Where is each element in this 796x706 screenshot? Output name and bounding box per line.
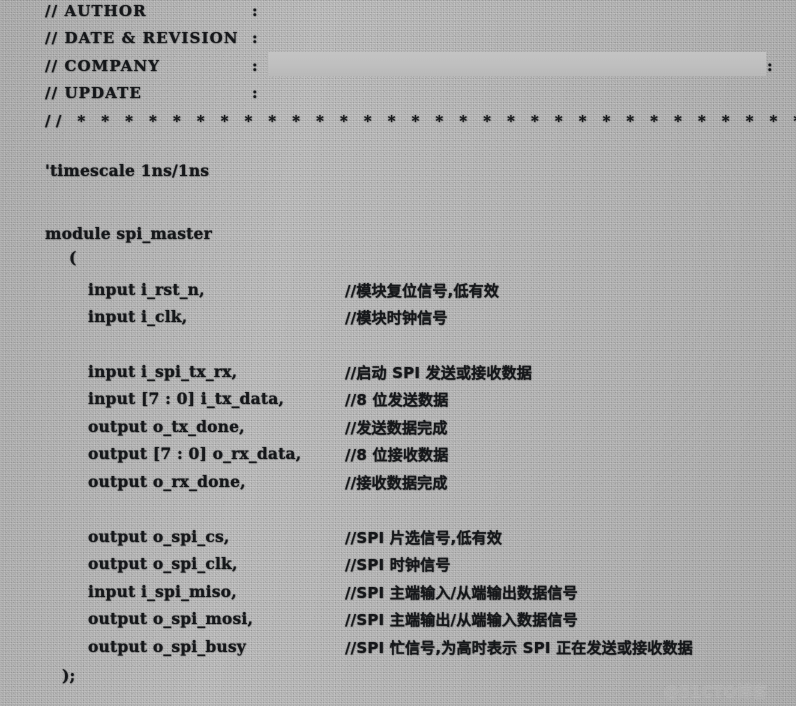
header-field-author-separator: : (252, 2, 258, 20)
port-decl-o-spi-busy: output o_spi_busy (88, 637, 246, 656)
port-comment-i-spi-miso: //SPI 主端输入/从端输出数据信号 (345, 584, 578, 602)
port-list-open-paren: ( (69, 248, 77, 267)
site-watermark: @51CTO博客 (664, 683, 768, 701)
header-field-author-label: // AUTHOR (45, 2, 147, 20)
port-decl-i-tx-data: input [7 : 0] i_tx_data, (88, 389, 285, 408)
header-field-update-label: // UPDATE (45, 84, 142, 102)
port-comment-o-spi-clk: //SPI 时钟信号 (345, 556, 451, 574)
header-field-date-revision-separator: : (252, 29, 258, 47)
port-decl-o-spi-mosi: output o_spi_mosi, (88, 609, 254, 628)
code-listing: // AUTHOR : // DATE & REVISION : // COMP… (0, 0, 796, 706)
port-decl-o-spi-clk: output o_spi_clk, (88, 554, 238, 573)
header-field-company-separator: : (252, 57, 258, 75)
port-decl-o-tx-done: output o_tx_done, (88, 417, 245, 436)
port-comment-o-spi-busy: //SPI 忙信号,为高时表示 SPI 正在发送或接收数据 (345, 639, 693, 657)
port-decl-o-rx-data: output [7 : 0] o_rx_data, (88, 444, 302, 463)
module-declaration: module spi_master (45, 224, 212, 243)
port-comment-o-rx-data: //8 位接收数据 (345, 446, 449, 464)
port-comment-i-rst-n: //模块复位信号,低有效 (345, 282, 500, 300)
header-field-company-trailing-separator: : (767, 57, 773, 75)
port-decl-o-spi-cs: output o_spi_cs, (88, 527, 230, 546)
port-comment-o-spi-cs: //SPI 片选信号,低有效 (345, 529, 503, 547)
port-comment-o-spi-mosi: //SPI 主端输出/从端输入数据信号 (345, 611, 578, 629)
timescale-directive: 'timescale 1ns/1ns (45, 161, 210, 180)
header-field-company-label: // COMPANY (45, 57, 161, 75)
port-comment-i-spi-tx-rx: //启动 SPI 发送或接收数据 (345, 364, 532, 382)
port-decl-o-rx-done: output o_rx_done, (88, 472, 246, 491)
port-comment-i-clk: //模块时钟信号 (345, 309, 448, 327)
port-decl-i-clk: input i_clk, (88, 307, 188, 326)
header-field-update-separator: : (252, 84, 258, 102)
port-decl-i-rst-n: input i_rst_n, (88, 280, 205, 299)
company-value-redaction-box (268, 52, 766, 76)
header-divider-line: // * * * * * * * * * * * * * * * * * * *… (45, 112, 796, 130)
port-comment-i-tx-data: //8 位发送数据 (345, 391, 449, 409)
port-list-close-paren: ); (62, 666, 76, 685)
port-decl-i-spi-miso: input i_spi_miso, (88, 582, 237, 601)
scanned-code-page: // AUTHOR : // DATE & REVISION : // COMP… (0, 0, 796, 706)
header-field-date-revision-label: // DATE & REVISION (45, 29, 239, 47)
port-comment-o-rx-done: //接收数据完成 (345, 474, 448, 492)
port-comment-o-tx-done: //发送数据完成 (345, 419, 448, 437)
port-decl-i-spi-tx-rx: input i_spi_tx_rx, (88, 362, 238, 381)
